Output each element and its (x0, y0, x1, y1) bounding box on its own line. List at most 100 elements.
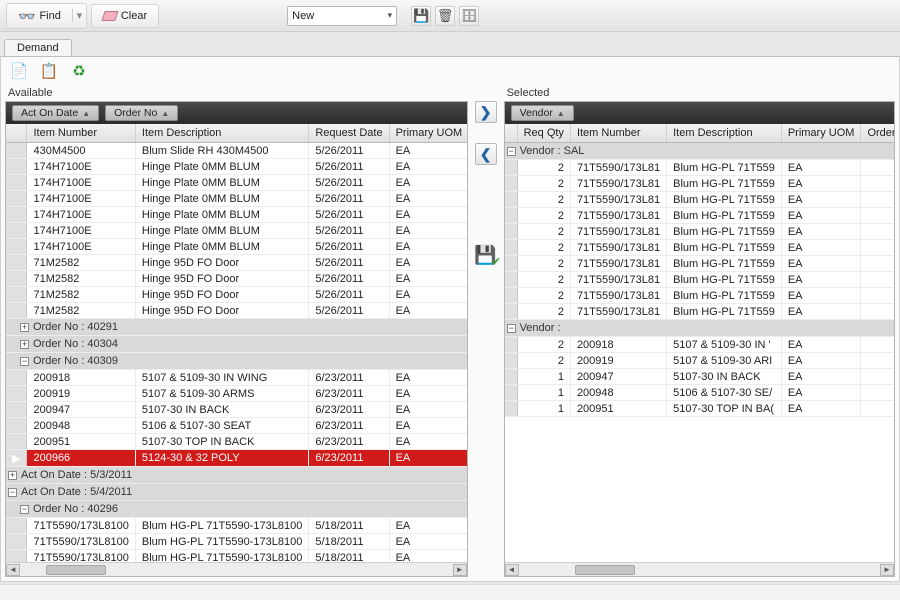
expand-toggle[interactable]: − (20, 357, 29, 366)
table-row[interactable]: 12009485106 & 5107-30 SE/EA40308 (505, 385, 894, 401)
cell-desc: Hinge 95D FO Door (135, 271, 308, 287)
group-pill-act-on-date[interactable]: Act On Date▲ (12, 105, 99, 121)
save-icon[interactable]: 💾 (411, 6, 431, 26)
table-row[interactable]: 22009185107 & 5109-30 IN 'EA40308 (505, 337, 894, 353)
table-row[interactable]: 174H7100EHinge Plate 0MM BLUM5/26/2011EA… (6, 191, 467, 207)
clear-group: Clear (91, 4, 159, 28)
expand-toggle[interactable]: − (8, 488, 17, 497)
move-right-button[interactable]: ❯ (475, 101, 497, 123)
table-row[interactable]: 2009475107-30 IN BACK6/23/2011EAWV (6, 402, 467, 418)
table-row[interactable]: 71T5590/173L8100Blum HG-PL 71T5590-173L8… (6, 550, 467, 563)
group-row[interactable]: −Act On Date : 5/4/2011 (6, 484, 467, 501)
find-label: Find (39, 10, 60, 22)
tab-demand[interactable]: Demand (4, 39, 72, 56)
table-row[interactable]: 430M4500Blum Slide RH 430M45005/26/2011E… (6, 143, 467, 159)
table-row[interactable]: 2009515107-30 TOP IN BACK6/23/2011EAWV (6, 434, 467, 450)
expand-toggle[interactable]: − (507, 147, 516, 156)
table-row[interactable]: 2009195107 & 5109-30 ARMS6/23/2011EAWV (6, 386, 467, 402)
table-row[interactable]: 71M2582Hinge 95D FO Door5/26/2011EAHAE (6, 287, 467, 303)
group-row[interactable]: −Order No : 40296 (6, 501, 467, 518)
col-item-desc[interactable]: Item Description (667, 124, 782, 143)
expand-toggle[interactable]: − (20, 505, 29, 514)
selected-grid-scroll[interactable]: Req Qty Item Number Item Description Pri… (505, 124, 894, 562)
cell-ord (861, 256, 894, 272)
group-row[interactable]: −Vendor : SAL (505, 143, 894, 160)
available-hscroll[interactable]: ◄ ► (6, 562, 467, 576)
recycle-icon[interactable]: ♻ (69, 61, 89, 81)
cell-date: 5/26/2011 (309, 143, 389, 159)
row-indicator (505, 353, 518, 369)
table-row[interactable]: 271T5590/173L81Blum HG-PL 71T559EA40300 (505, 304, 894, 320)
scroll-left-arrow[interactable]: ◄ (505, 564, 519, 576)
cell-desc: 5107-30 TOP IN BA( (667, 401, 782, 417)
scroll-thumb[interactable] (46, 565, 106, 575)
group-row[interactable]: +Act On Date : 5/3/2011 (6, 467, 467, 484)
group-pill-order-no[interactable]: Order No▲ (105, 105, 178, 121)
table-row[interactable]: 174H7100EHinge Plate 0MM BLUM5/26/2011EA… (6, 239, 467, 255)
cell-desc: 5107 & 5109-30 IN WING (135, 370, 308, 386)
col-request-date[interactable]: Request Date (309, 124, 389, 143)
group-row[interactable]: −Vendor : (505, 320, 894, 337)
new-doc-icon[interactable]: 📋 (39, 61, 59, 81)
row-indicator (6, 207, 27, 223)
table-row[interactable]: 271T5590/173L81Blum HG-PL 71T559EA40300 (505, 288, 894, 304)
scroll-thumb[interactable] (575, 565, 635, 575)
table-row[interactable]: 271T5590/173L81Blum HG-PL 71T559EA40296 (505, 160, 894, 176)
scroll-left-arrow[interactable]: ◄ (6, 564, 20, 576)
table-row[interactable]: 2009485106 & 5107-30 SEAT6/23/2011EAWV (6, 418, 467, 434)
col-item-number[interactable]: Item Number (27, 124, 135, 143)
find-dropdown[interactable]: ▾ (72, 9, 84, 22)
available-grid-scroll[interactable]: Item Number Item Description Request Dat… (6, 124, 467, 562)
col-req-qty[interactable]: Req Qty (517, 124, 570, 143)
group-row[interactable]: −Order No : 40309 (6, 353, 467, 370)
col-primary-uom[interactable]: Primary UOM (389, 124, 467, 143)
scroll-right-arrow[interactable]: ► (880, 564, 894, 576)
col-primary-uom[interactable]: Primary UOM (781, 124, 861, 143)
table-row[interactable]: 271T5590/173L81Blum HG-PL 71T559EA40300 (505, 256, 894, 272)
new-select[interactable]: New ▾ (287, 6, 397, 26)
table-row[interactable]: 71M2582Hinge 95D FO Door5/26/2011EAHAE (6, 255, 467, 271)
scroll-right-arrow[interactable]: ► (453, 564, 467, 576)
table-row[interactable]: 174H7100EHinge Plate 0MM BLUM5/26/2011EA… (6, 159, 467, 175)
table-row[interactable]: 22009195107 & 5109-30 ARIEA40308 (505, 353, 894, 369)
table-row[interactable]: 174H7100EHinge Plate 0MM BLUM5/26/2011EA… (6, 175, 467, 191)
col-item-number[interactable]: Item Number (570, 124, 666, 143)
col-item-desc[interactable]: Item Description (135, 124, 308, 143)
table-row[interactable]: 2009185107 & 5109-30 IN WING6/23/2011EAW… (6, 370, 467, 386)
table-row[interactable]: 71M2582Hinge 95D FO Door5/26/2011EAHAE (6, 303, 467, 319)
save-selection-icon[interactable]: 💾✔ (474, 245, 496, 266)
table-row[interactable]: 271T5590/173L81Blum HG-PL 71T559EA40296 (505, 224, 894, 240)
expand-toggle[interactable]: + (8, 471, 17, 480)
document-icon[interactable]: 📄 (9, 61, 29, 81)
table-row[interactable]: 271T5590/173L81Blum HG-PL 71T559EA40300 (505, 240, 894, 256)
table-row[interactable]: 71T5590/173L8100Blum HG-PL 71T5590-173L8… (6, 518, 467, 534)
table-row[interactable]: 271T5590/173L81Blum HG-PL 71T559EA40296 (505, 176, 894, 192)
table-row[interactable]: ▶2009665124-30 & 32 POLY6/23/2011EA (6, 450, 467, 467)
group-row[interactable]: +Order No : 40304 (6, 336, 467, 353)
clear-button[interactable]: Clear (94, 7, 156, 25)
move-left-button[interactable]: ❮ (475, 143, 497, 165)
group-pill-vendor[interactable]: Vendor▲ (511, 105, 574, 121)
table-row[interactable]: 174H7100EHinge Plate 0MM BLUM5/26/2011EA… (6, 223, 467, 239)
expand-toggle[interactable]: − (507, 324, 516, 333)
table-row[interactable]: 271T5590/173L81Blum HG-PL 71T559EA40296 (505, 192, 894, 208)
delete-icon[interactable]: 🗑 (435, 6, 455, 26)
group-row[interactable]: +Order No : 40291 (6, 319, 467, 336)
table-row[interactable]: 271T5590/173L81Blum HG-PL 71T559EA40300 (505, 272, 894, 288)
table-row[interactable]: 71T5590/173L8100Blum HG-PL 71T5590-173L8… (6, 534, 467, 550)
expand-toggle[interactable]: + (20, 323, 29, 332)
cell-desc: Blum HG-PL 71T559 (667, 272, 782, 288)
cell-uom: EA (389, 450, 467, 467)
row-indicator-col[interactable] (505, 124, 518, 143)
col-order-no[interactable]: Order No (861, 124, 894, 143)
table-row[interactable]: 174H7100EHinge Plate 0MM BLUM5/26/2011EA… (6, 207, 467, 223)
expand-toggle[interactable]: + (20, 340, 29, 349)
selected-hscroll[interactable]: ◄ ► (505, 562, 894, 576)
table-row[interactable]: 71M2582Hinge 95D FO Door5/26/2011EAHAE (6, 271, 467, 287)
table-row[interactable]: 12009515107-30 TOP IN BA(EA40308 (505, 401, 894, 417)
row-indicator-col[interactable] (6, 124, 27, 143)
refresh-db-icon[interactable]: 🗄 (459, 6, 479, 26)
find-button[interactable]: 👓 Find (9, 6, 70, 26)
table-row[interactable]: 271T5590/173L81Blum HG-PL 71T559EA40296 (505, 208, 894, 224)
table-row[interactable]: 12009475107-30 IN BACKEA40308 (505, 369, 894, 385)
